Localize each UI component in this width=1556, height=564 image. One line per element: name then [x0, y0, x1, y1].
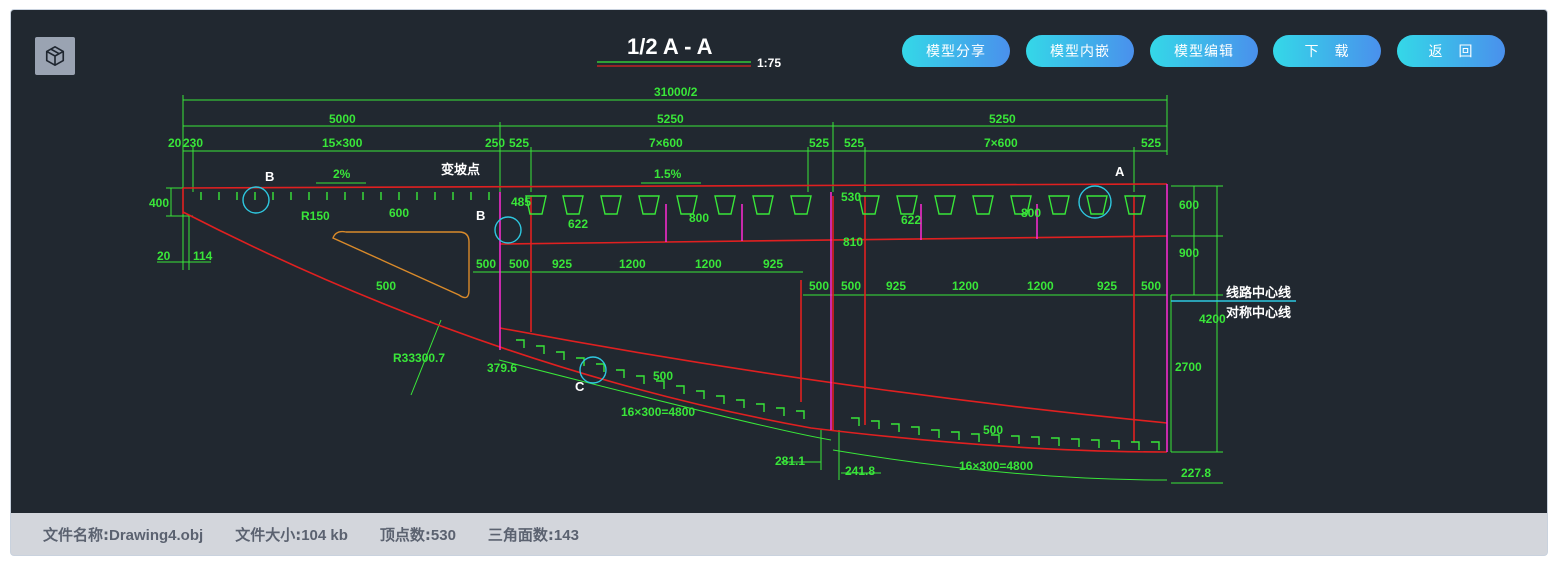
dim-2700: 2700: [1175, 360, 1202, 374]
label-r150: R150: [301, 209, 330, 223]
symmetry-center-label: 对称中心线: [1226, 305, 1291, 320]
model-embed-button[interactable]: 模型内嵌: [1026, 35, 1134, 67]
dim-500d: 500: [809, 279, 829, 293]
dim-525b: 525: [809, 136, 829, 150]
dim-5250b: 5250: [989, 112, 1016, 126]
dim-230: 230: [183, 136, 203, 150]
dim-925c: 925: [886, 279, 906, 293]
dim-400: 400: [149, 196, 169, 210]
dim-227: 227.8: [1181, 466, 1211, 480]
dim-7x600b: 7×600: [984, 136, 1018, 150]
dim-total: 31000/2: [654, 85, 698, 99]
dim-525d: 525: [1141, 136, 1161, 150]
model-viewer-panel: 31000/2 5000 5250 5250 20 230 15×300 250…: [10, 9, 1548, 556]
file-size-value: 104 kb: [301, 526, 348, 544]
download-button[interactable]: 下 载: [1273, 35, 1381, 67]
dim-20: 20: [168, 136, 182, 150]
label-r33300: R33300.7: [393, 351, 445, 365]
back-button[interactable]: 返 回: [1397, 35, 1505, 67]
dim-500c: 500: [376, 279, 396, 293]
face-count-info: 三角面数:143: [488, 524, 579, 545]
dim-379: 379.6: [487, 361, 517, 375]
dim-500f: 500: [1141, 279, 1161, 293]
change-point-label: 变坡点: [441, 162, 480, 177]
cad-drawing: 31000/2 5000 5250 5250 20 230 15×300 250…: [149, 34, 1296, 484]
hole-outline: [332, 230, 470, 299]
dim-525a: 525: [509, 136, 529, 150]
dim-16x300b: 16×300=4800: [959, 459, 1033, 473]
dim-525c: 525: [844, 136, 864, 150]
dim-500b: 500: [509, 257, 529, 271]
dim-500h: 500: [983, 423, 1003, 437]
mark-b2: B: [476, 208, 485, 223]
dim-15x300: 15×300: [322, 136, 363, 150]
section-title: 1/2 A - A: [627, 34, 713, 59]
dim-900r: 900: [1179, 246, 1199, 260]
dim-20b: 20: [157, 249, 171, 263]
model-share-button[interactable]: 模型分享: [902, 35, 1010, 67]
dim-1200a: 1200: [619, 257, 646, 271]
dim-530: 530: [841, 190, 861, 204]
model-cube-icon[interactable]: [35, 37, 75, 75]
dim-16x300a: 16×300=4800: [621, 405, 695, 419]
dim-250: 250: [485, 136, 505, 150]
dim-114: 114: [193, 249, 213, 263]
file-info-bar: 文件名称:Drawing4.obj 文件大小:104 kb 顶点数:530 三角…: [11, 513, 1547, 555]
scale-label: 1:75: [757, 56, 781, 70]
dim-622b: 622: [901, 213, 921, 227]
file-size-info: 文件大小:104 kb: [235, 524, 348, 545]
mark-a: A: [1115, 164, 1125, 179]
dim-925a: 925: [552, 257, 572, 271]
dim-600a: 600: [389, 206, 409, 220]
dimension-texts: 31000/2 5000 5250 5250 20 230 15×300 250…: [149, 85, 1226, 480]
dim-1200c: 1200: [952, 279, 979, 293]
face-count-value: 143: [553, 526, 579, 544]
file-name-info: 文件名称:Drawing4.obj: [43, 524, 203, 545]
dim-800b: 800: [1021, 206, 1041, 220]
dimension-lines: [157, 95, 1223, 484]
dim-4200: 4200: [1199, 312, 1226, 326]
slope-left: 2%: [333, 167, 351, 181]
dim-925b: 925: [763, 257, 783, 271]
dim-622a: 622: [568, 217, 588, 231]
dim-800a: 800: [689, 211, 709, 225]
model-edit-button[interactable]: 模型编辑: [1150, 35, 1258, 67]
file-name-value: Drawing4.obj: [109, 526, 204, 544]
mark-c: C: [575, 379, 585, 394]
dim-5000: 5000: [329, 112, 356, 126]
dim-1200d: 1200: [1027, 279, 1054, 293]
dim-5250a: 5250: [657, 112, 684, 126]
dim-500g: 500: [653, 369, 673, 383]
dim-500a: 500: [476, 257, 496, 271]
vertex-count-label: 顶点数:: [379, 525, 431, 544]
dim-500e: 500: [841, 279, 861, 293]
slope-right: 1.5%: [654, 167, 682, 181]
dim-241: 241.8: [845, 464, 875, 478]
dim-281: 281.1: [775, 454, 805, 468]
dim-7x600a: 7×600: [649, 136, 683, 150]
mark-b1: B: [265, 169, 274, 184]
title-underline: [597, 61, 751, 67]
vertex-count-info: 顶点数:530: [380, 524, 456, 545]
dim-600r: 600: [1179, 198, 1199, 212]
dim-485: 485: [511, 195, 531, 209]
file-size-label: 文件大小:: [235, 525, 302, 544]
vertex-count-value: 530: [430, 526, 456, 544]
cad-viewport[interactable]: 31000/2 5000 5250 5250 20 230 15×300 250…: [11, 10, 1547, 513]
face-count-label: 三角面数:: [487, 525, 554, 544]
dim-1200b: 1200: [695, 257, 722, 271]
file-name-label: 文件名称:: [43, 525, 109, 544]
dim-925d: 925: [1097, 279, 1117, 293]
dim-810: 810: [843, 235, 863, 249]
route-center-label: 线路中心线: [1226, 285, 1291, 300]
